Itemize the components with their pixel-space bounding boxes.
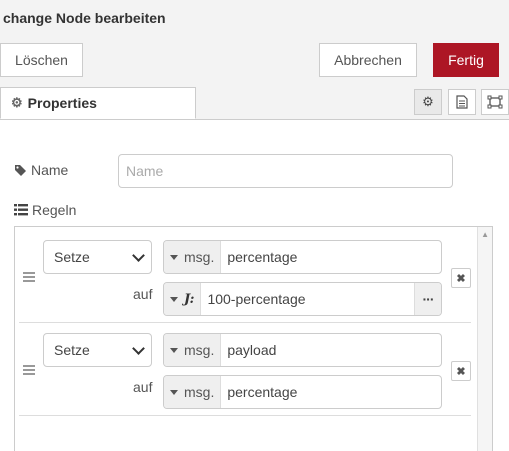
rule-action-value: Setze (54, 342, 90, 358)
chevron-down-icon (132, 342, 145, 355)
tab-properties[interactable]: ⚙ Properties (0, 87, 196, 119)
tab-description[interactable] (448, 89, 476, 115)
rule-action-select[interactable]: Setze (43, 333, 152, 367)
rule-action-select[interactable]: Setze (43, 240, 152, 274)
target-value[interactable]: payload (221, 334, 441, 366)
caret-down-icon (170, 254, 178, 260)
tab-appearance[interactable] (481, 89, 509, 115)
cancel-button[interactable]: Abbrechen (319, 43, 417, 77)
type-label: msg. (184, 384, 215, 400)
appearance-icon (487, 95, 503, 109)
done-button[interactable]: Fertig (433, 43, 499, 77)
tab-settings[interactable]: ⚙ (414, 89, 442, 115)
rules-label: Regeln (14, 202, 76, 218)
expand-expression-button[interactable]: ··· (414, 283, 441, 315)
tag-icon (15, 164, 26, 176)
delete-rule-button[interactable]: ✖ (451, 268, 471, 288)
rule-row: Setze msg. percentage auf J: 100-percent… (19, 230, 471, 323)
name-label: Name (14, 162, 68, 178)
rule-target-input[interactable]: msg. payload (163, 333, 442, 367)
chevron-down-icon (132, 249, 145, 262)
tabs-bar: ⚙ Properties ⚙ (0, 85, 509, 120)
source-value[interactable]: percentage (221, 376, 441, 408)
drag-handle-icon[interactable] (23, 272, 35, 284)
type-label: msg. (184, 249, 215, 265)
target-value[interactable]: percentage (221, 241, 441, 273)
delete-rule-button[interactable]: ✖ (451, 361, 471, 381)
rule-source-input[interactable]: J: 100-percentage ··· (163, 282, 442, 316)
name-input[interactable] (118, 154, 453, 188)
type-label: msg. (184, 342, 215, 358)
source-value[interactable]: 100-percentage (201, 283, 414, 315)
type-selector[interactable]: msg. (164, 241, 222, 273)
to-label: auf (133, 286, 153, 302)
gear-icon: ⚙ (11, 95, 23, 110)
rules-label-text: Regeln (32, 202, 77, 218)
rule-source-input[interactable]: msg. percentage (163, 375, 442, 409)
jsonata-icon: J: (184, 291, 195, 307)
to-label: auf (133, 379, 153, 395)
dialog-header: change Node bearbeiten (0, 0, 509, 38)
rules-list: ▲ Setze msg. percentage auf J: 100-perce… (14, 226, 493, 451)
tab-properties-label: Properties (27, 95, 97, 111)
description-icon (456, 95, 468, 109)
name-label-text: Name (31, 162, 69, 178)
dialog-toolbar: Löschen Abbrechen Fertig (0, 37, 509, 85)
list-icon (14, 204, 28, 216)
drag-handle-icon[interactable] (23, 365, 35, 377)
rule-action-value: Setze (54, 249, 90, 265)
caret-down-icon (170, 389, 178, 395)
delete-button[interactable]: Löschen (0, 43, 83, 77)
type-selector[interactable]: msg. (164, 334, 222, 366)
gear-icon: ⚙ (422, 94, 434, 109)
rule-target-input[interactable]: msg. percentage (163, 240, 442, 274)
type-selector[interactable]: msg. (164, 376, 222, 408)
rule-row: Setze msg. payload auf msg. percentage ✖ (19, 323, 471, 416)
caret-down-icon (170, 296, 178, 302)
type-selector[interactable]: J: (164, 283, 202, 315)
scroll-up-icon[interactable]: ▲ (481, 230, 489, 239)
scrollbar[interactable]: ▲ (477, 227, 492, 451)
caret-down-icon (170, 347, 178, 353)
dialog-title: change Node bearbeiten (3, 10, 166, 26)
